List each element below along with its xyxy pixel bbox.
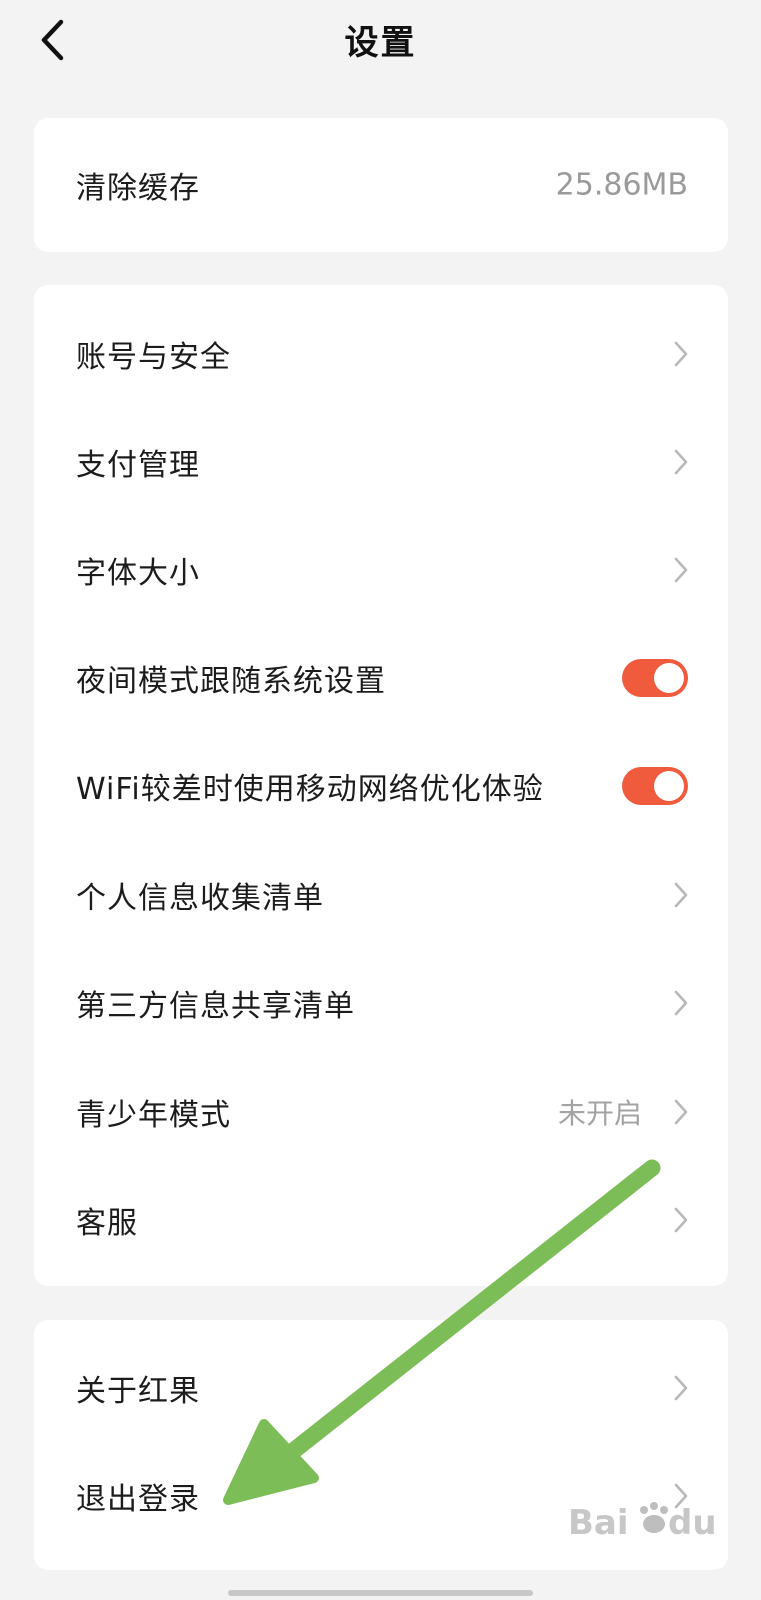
settings-item-customer-service[interactable]: 客服 xyxy=(34,1165,728,1275)
night-mode-toggle[interactable] xyxy=(622,659,688,697)
page-title: 设置 xyxy=(344,23,417,63)
settings-item-personal-info-list[interactable]: 个人信息收集清单 xyxy=(34,840,728,950)
settings-item-label: 关于红果 xyxy=(76,1374,200,1409)
settings-item-payment[interactable]: 支付管理 xyxy=(34,407,728,517)
baidu-watermark-logo: Bai du xyxy=(568,1502,717,1543)
chevron-right-icon xyxy=(674,341,688,367)
settings-item-account-security[interactable]: 账号与安全 xyxy=(34,299,728,409)
toggle-knob xyxy=(654,663,684,693)
settings-item-label: 第三方信息共享清单 xyxy=(76,989,355,1024)
settings-item-label: WiFi较差时使用移动网络优化体验 xyxy=(76,772,544,807)
settings-card: 账号与安全 支付管理 字体大小 夜间模式跟随系统设置 WiFi较差时使用移动网络… xyxy=(34,285,728,1286)
cache-size-value: 25.86MB xyxy=(555,167,688,203)
chevron-right-icon xyxy=(674,1099,688,1125)
home-indicator xyxy=(228,1590,533,1596)
settings-item-label: 字体大小 xyxy=(76,556,200,591)
settings-item-about[interactable]: 关于红果 xyxy=(34,1333,728,1443)
settings-item-label: 青少年模式 xyxy=(76,1098,231,1133)
settings-item-label: 账号与安全 xyxy=(76,340,231,375)
wifi-optimize-toggle[interactable] xyxy=(622,767,688,805)
logout-label: 退出登录 xyxy=(76,1482,200,1517)
settings-item-wifi-optimize: WiFi较差时使用移动网络优化体验 xyxy=(34,731,728,841)
settings-item-night-mode: 夜间模式跟随系统设置 xyxy=(34,623,728,733)
chevron-right-icon xyxy=(674,1207,688,1233)
clear-cache-label: 清除缓存 xyxy=(76,171,200,206)
teen-mode-status: 未开启 xyxy=(557,1097,642,1130)
chevron-right-icon xyxy=(674,882,688,908)
settings-item-label: 夜间模式跟随系统设置 xyxy=(76,664,386,699)
settings-item-teen-mode[interactable]: 青少年模式 未开启 xyxy=(34,1057,728,1167)
toggle-knob xyxy=(654,771,684,801)
settings-item-font-size[interactable]: 字体大小 xyxy=(34,515,728,625)
svg-text:Bai: Bai xyxy=(568,1503,629,1543)
cache-card: 清除缓存 25.86MB xyxy=(34,118,728,252)
svg-text:du: du xyxy=(668,1503,717,1543)
header-bar: 设置 xyxy=(0,0,761,90)
settings-item-third-party-sharing[interactable]: 第三方信息共享清单 xyxy=(34,948,728,1058)
chevron-right-icon xyxy=(674,557,688,583)
chevron-right-icon xyxy=(674,449,688,475)
chevron-right-icon xyxy=(674,990,688,1016)
settings-item-label: 客服 xyxy=(76,1206,138,1241)
settings-item-label: 个人信息收集清单 xyxy=(76,881,324,916)
chevron-right-icon xyxy=(674,1375,688,1401)
clear-cache-row[interactable]: 清除缓存 25.86MB xyxy=(34,130,728,240)
settings-item-label: 支付管理 xyxy=(76,448,200,483)
